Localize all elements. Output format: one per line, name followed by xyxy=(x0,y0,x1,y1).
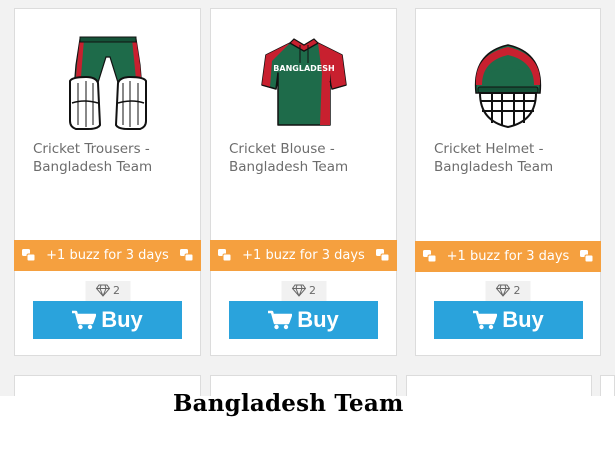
tickets-icon xyxy=(180,249,193,261)
cricket-helmet-icon xyxy=(474,44,542,129)
diamond-icon xyxy=(495,284,511,297)
buy-label: Buy xyxy=(297,307,339,332)
promo-banner: +1 buzz for 3 days xyxy=(14,240,201,271)
tickets-icon xyxy=(22,249,35,261)
promo-banner: +1 buzz for 3 days xyxy=(415,241,601,272)
tickets-icon xyxy=(218,249,231,261)
price-tag: 2 xyxy=(281,281,326,301)
cart-icon xyxy=(72,310,97,330)
promo-banner: +1 buzz for 3 days xyxy=(210,240,397,271)
cricket-blouse-icon: BANGLADESH xyxy=(260,38,347,126)
buy-label: Buy xyxy=(502,307,544,332)
tickets-icon xyxy=(423,250,436,262)
tickets-icon xyxy=(580,250,593,262)
promo-text: +1 buzz for 3 days xyxy=(242,248,365,263)
buy-button[interactable]: Buy xyxy=(33,301,182,339)
price-tag: 2 xyxy=(85,281,130,301)
product-title[interactable]: Cricket Helmet - Bangladesh Team xyxy=(434,140,588,176)
shirt-text: BANGLADESH xyxy=(273,64,334,73)
cart-icon xyxy=(473,310,498,330)
buy-button[interactable]: Buy xyxy=(434,301,583,339)
promo-text: +1 buzz for 3 days xyxy=(46,248,169,263)
buy-button[interactable]: Buy xyxy=(229,301,378,339)
product-title[interactable]: Cricket Blouse - Bangladesh Team xyxy=(229,140,384,176)
diamond-icon xyxy=(95,284,110,297)
product-title[interactable]: Cricket Trousers - Bangladesh Team xyxy=(33,140,188,176)
product-card-blouse: BANGLADESH Cricket Blouse - Bangladesh T… xyxy=(210,8,397,356)
diamond-icon xyxy=(291,284,306,297)
price-tag: 2 xyxy=(485,281,531,301)
price-value: 2 xyxy=(113,284,120,297)
buy-label: Buy xyxy=(101,307,143,332)
cart-icon xyxy=(268,310,293,330)
price-value: 2 xyxy=(309,284,316,297)
product-card-trousers: Cricket Trousers - Bangladesh Team +1 bu… xyxy=(14,8,201,356)
product-card-helmet: Cricket Helmet - Bangladesh Team +1 buzz… xyxy=(415,8,601,356)
price-value: 2 xyxy=(513,284,521,297)
caption-text: Bangladesh Team xyxy=(173,390,404,417)
tickets-icon xyxy=(376,249,389,261)
cricket-trousers-icon xyxy=(68,36,147,130)
promo-text: +1 buzz for 3 days xyxy=(446,249,570,264)
